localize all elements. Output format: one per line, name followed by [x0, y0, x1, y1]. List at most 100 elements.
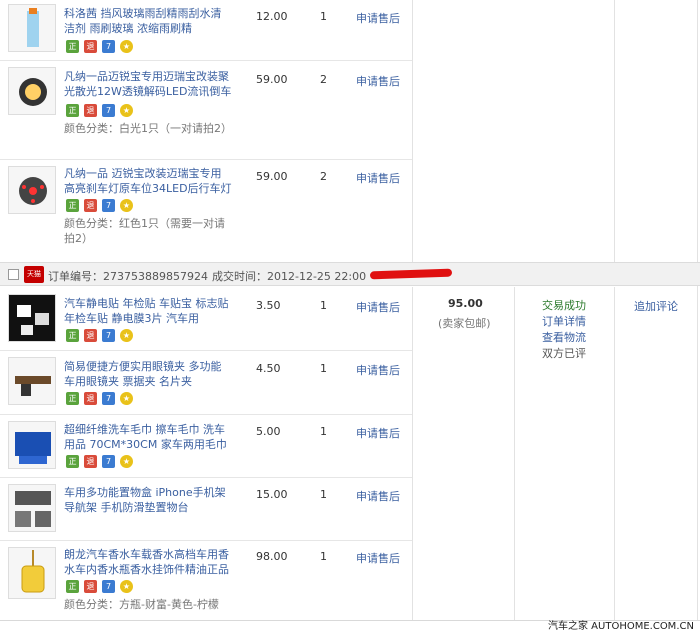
genuine-icon: 正 — [66, 329, 79, 342]
product-title-link[interactable]: 简易便捷方便实用眼镜夹 多功能 车用眼镜夹 票据夹 名片夹 — [64, 359, 232, 389]
item-price: 59.00 — [256, 73, 288, 86]
return-icon: 退 — [84, 455, 97, 468]
return-icon: 退 — [84, 329, 97, 342]
item-price: 98.00 — [256, 550, 288, 563]
seven-day-icon: 7 — [102, 104, 115, 117]
service-badges: 正 退 7 ★ — [66, 455, 133, 469]
add-review-link[interactable]: 追加评论 — [634, 298, 678, 314]
return-icon: 退 — [84, 40, 97, 53]
service-badges: 正 退 7 ★ — [66, 199, 133, 213]
item-quantity: 1 — [320, 550, 327, 563]
service-badges: 正 退 7 ★ — [66, 329, 133, 343]
order-item: 车用多功能置物盒 iPhone手机架 导航架 手机防滑垫置物台 15.00 1 … — [0, 478, 412, 540]
return-icon: 退 — [84, 392, 97, 405]
seven-day-icon: 7 — [102, 392, 115, 405]
after-sale-link[interactable]: 申请售后 — [356, 10, 400, 26]
genuine-icon: 正 — [66, 455, 79, 468]
order-total: 95.00 — [448, 297, 483, 310]
item-price: 5.00 — [256, 425, 281, 438]
order-checkbox[interactable] — [8, 269, 19, 280]
item-sku: 颜色分类：方瓶-财富-黄色-柠檬 — [64, 598, 219, 611]
product-title-link[interactable]: 朗龙汽车香水车载香水高档车用香水车内香水瓶香水挂饰件精油正品 — [64, 547, 232, 577]
item-quantity: 2 — [320, 73, 327, 86]
item-sku: 颜色分类：红色1只（需要一对请拍2） — [64, 217, 225, 245]
product-title-link[interactable]: 车用多功能置物盒 iPhone手机架 导航架 手机防滑垫置物台 — [64, 485, 232, 515]
after-sale-link[interactable]: 申请售后 — [356, 362, 400, 378]
item-quantity: 1 — [320, 299, 327, 312]
return-icon: 退 — [84, 580, 97, 593]
order-item: 简易便捷方便实用眼镜夹 多功能 车用眼镜夹 票据夹 名片夹 正 退 7 ★ 4.… — [0, 351, 412, 414]
rating-status: 双方已评 — [542, 347, 586, 360]
product-title-link[interactable]: 凡纳一品 迈锐宝改装迈瑞宝专用高亮刹车灯原车位34LED后行车灯 — [64, 166, 232, 196]
order-item: 凡纳一品迈锐宝专用迈瑞宝改装聚光散光12W透镜解码LED流讯倒车 正 退 7 ★… — [0, 61, 412, 159]
item-quantity: 1 — [320, 10, 327, 23]
return-icon: 退 — [84, 104, 97, 117]
after-sale-link[interactable]: 申请售后 — [356, 488, 400, 504]
return-icon: 退 — [84, 199, 97, 212]
order-item: 科洛茜 挡风玻璃雨刮精雨刮水清洁剂 雨刷玻璃 浓缩雨刷精 正 退 7 ★ 12.… — [0, 0, 412, 60]
order-item: 朗龙汽车香水车载香水高档车用香水车内香水瓶香水挂饰件精油正品 正 退 7 ★ 颜… — [0, 541, 412, 620]
product-title-link[interactable]: 凡纳一品迈锐宝专用迈瑞宝改装聚光散光12W透镜解码LED流讯倒车 — [64, 69, 232, 99]
genuine-icon: 正 — [66, 392, 79, 405]
service-badges: 正 退 7 ★ — [66, 392, 133, 406]
item-quantity: 1 — [320, 362, 327, 375]
order-number: 订单编号：273753889857924 — [48, 270, 208, 283]
seven-day-icon: 7 — [102, 40, 115, 53]
order-item: 凡纳一品 迈锐宝改装迈瑞宝专用高亮刹车灯原车位34LED后行车灯 正 退 7 ★… — [0, 160, 412, 260]
after-sale-link[interactable]: 申请售后 — [356, 299, 400, 315]
genuine-icon: 正 — [66, 199, 79, 212]
after-sale-link[interactable]: 申请售后 — [356, 425, 400, 441]
item-price: 12.00 — [256, 10, 288, 23]
after-sale-link[interactable]: 申请售后 — [356, 550, 400, 566]
item-sku: 颜色分类：白光1只（一对请拍2） — [64, 122, 232, 135]
product-thumbnail[interactable] — [8, 547, 56, 599]
tmall-icon: 天猫 — [24, 266, 44, 283]
credit-icon: ★ — [120, 392, 133, 405]
product-thumbnail[interactable] — [8, 294, 56, 342]
product-thumbnail[interactable] — [8, 421, 56, 469]
credit-icon: ★ — [120, 199, 133, 212]
product-thumbnail[interactable] — [8, 357, 56, 405]
item-price: 4.50 — [256, 362, 281, 375]
seven-day-icon: 7 — [102, 199, 115, 212]
credit-icon: ★ — [120, 40, 133, 53]
product-title-link[interactable]: 汽车静电贴 年检贴 车贴宝 标志贴 年检车贴 静电膜3片 汽车用 — [64, 296, 232, 326]
service-badges: 正 退 7 ★ — [66, 104, 133, 118]
order-item: 超细纤维洗车毛巾 擦车毛巾 洗车用品 70CM*30CM 家车两用毛巾 正 退 … — [0, 415, 412, 477]
credit-icon: ★ — [120, 104, 133, 117]
product-thumbnail[interactable] — [8, 166, 56, 214]
credit-icon: ★ — [120, 580, 133, 593]
product-thumbnail[interactable] — [8, 484, 56, 532]
trade-status: 交易成功 — [542, 299, 586, 312]
after-sale-link[interactable]: 申请售后 — [356, 73, 400, 89]
order-item: 汽车静电贴 年检贴 车贴宝 标志贴 年检车贴 静电膜3片 汽车用 正 退 7 ★… — [0, 288, 412, 349]
genuine-icon: 正 — [66, 104, 79, 117]
order-header: 天猫 订单编号：273753889857924 成交时间：2012-12-25 … — [0, 262, 700, 286]
genuine-icon: 正 — [66, 40, 79, 53]
seven-day-icon: 7 — [102, 329, 115, 342]
product-thumbnail[interactable] — [8, 4, 56, 52]
service-badges: 正 退 7 ★ — [66, 580, 133, 594]
item-price: 59.00 — [256, 170, 288, 183]
service-badges: 正 退 7 ★ — [66, 40, 133, 54]
credit-icon: ★ — [120, 455, 133, 468]
order-detail-link[interactable]: 订单详情 — [542, 314, 586, 330]
credit-icon: ★ — [120, 329, 133, 342]
product-title-link[interactable]: 超细纤维洗车毛巾 擦车毛巾 洗车用品 70CM*30CM 家车两用毛巾 — [64, 422, 232, 452]
seven-day-icon: 7 — [102, 580, 115, 593]
after-sale-link[interactable]: 申请售后 — [356, 170, 400, 186]
order-status-column: 交易成功 订单详情 查看物流 双方已评 — [542, 298, 586, 362]
watermark: 汽车之家 AUTOHOME.COM.CN — [548, 621, 694, 632]
seven-day-icon: 7 — [102, 455, 115, 468]
item-price: 15.00 — [256, 488, 288, 501]
view-logistics-link[interactable]: 查看物流 — [542, 330, 586, 346]
genuine-icon: 正 — [66, 580, 79, 593]
redaction-mark — [369, 268, 453, 280]
item-price: 3.50 — [256, 299, 281, 312]
deal-time: 成交时间：2012-12-25 22:00 — [212, 270, 367, 283]
item-quantity: 1 — [320, 425, 327, 438]
shipping-note: (卖家包邮) — [438, 317, 491, 330]
item-quantity: 1 — [320, 488, 327, 501]
product-thumbnail[interactable] — [8, 67, 56, 115]
product-title-link[interactable]: 科洛茜 挡风玻璃雨刮精雨刮水清洁剂 雨刷玻璃 浓缩雨刷精 — [64, 6, 232, 36]
